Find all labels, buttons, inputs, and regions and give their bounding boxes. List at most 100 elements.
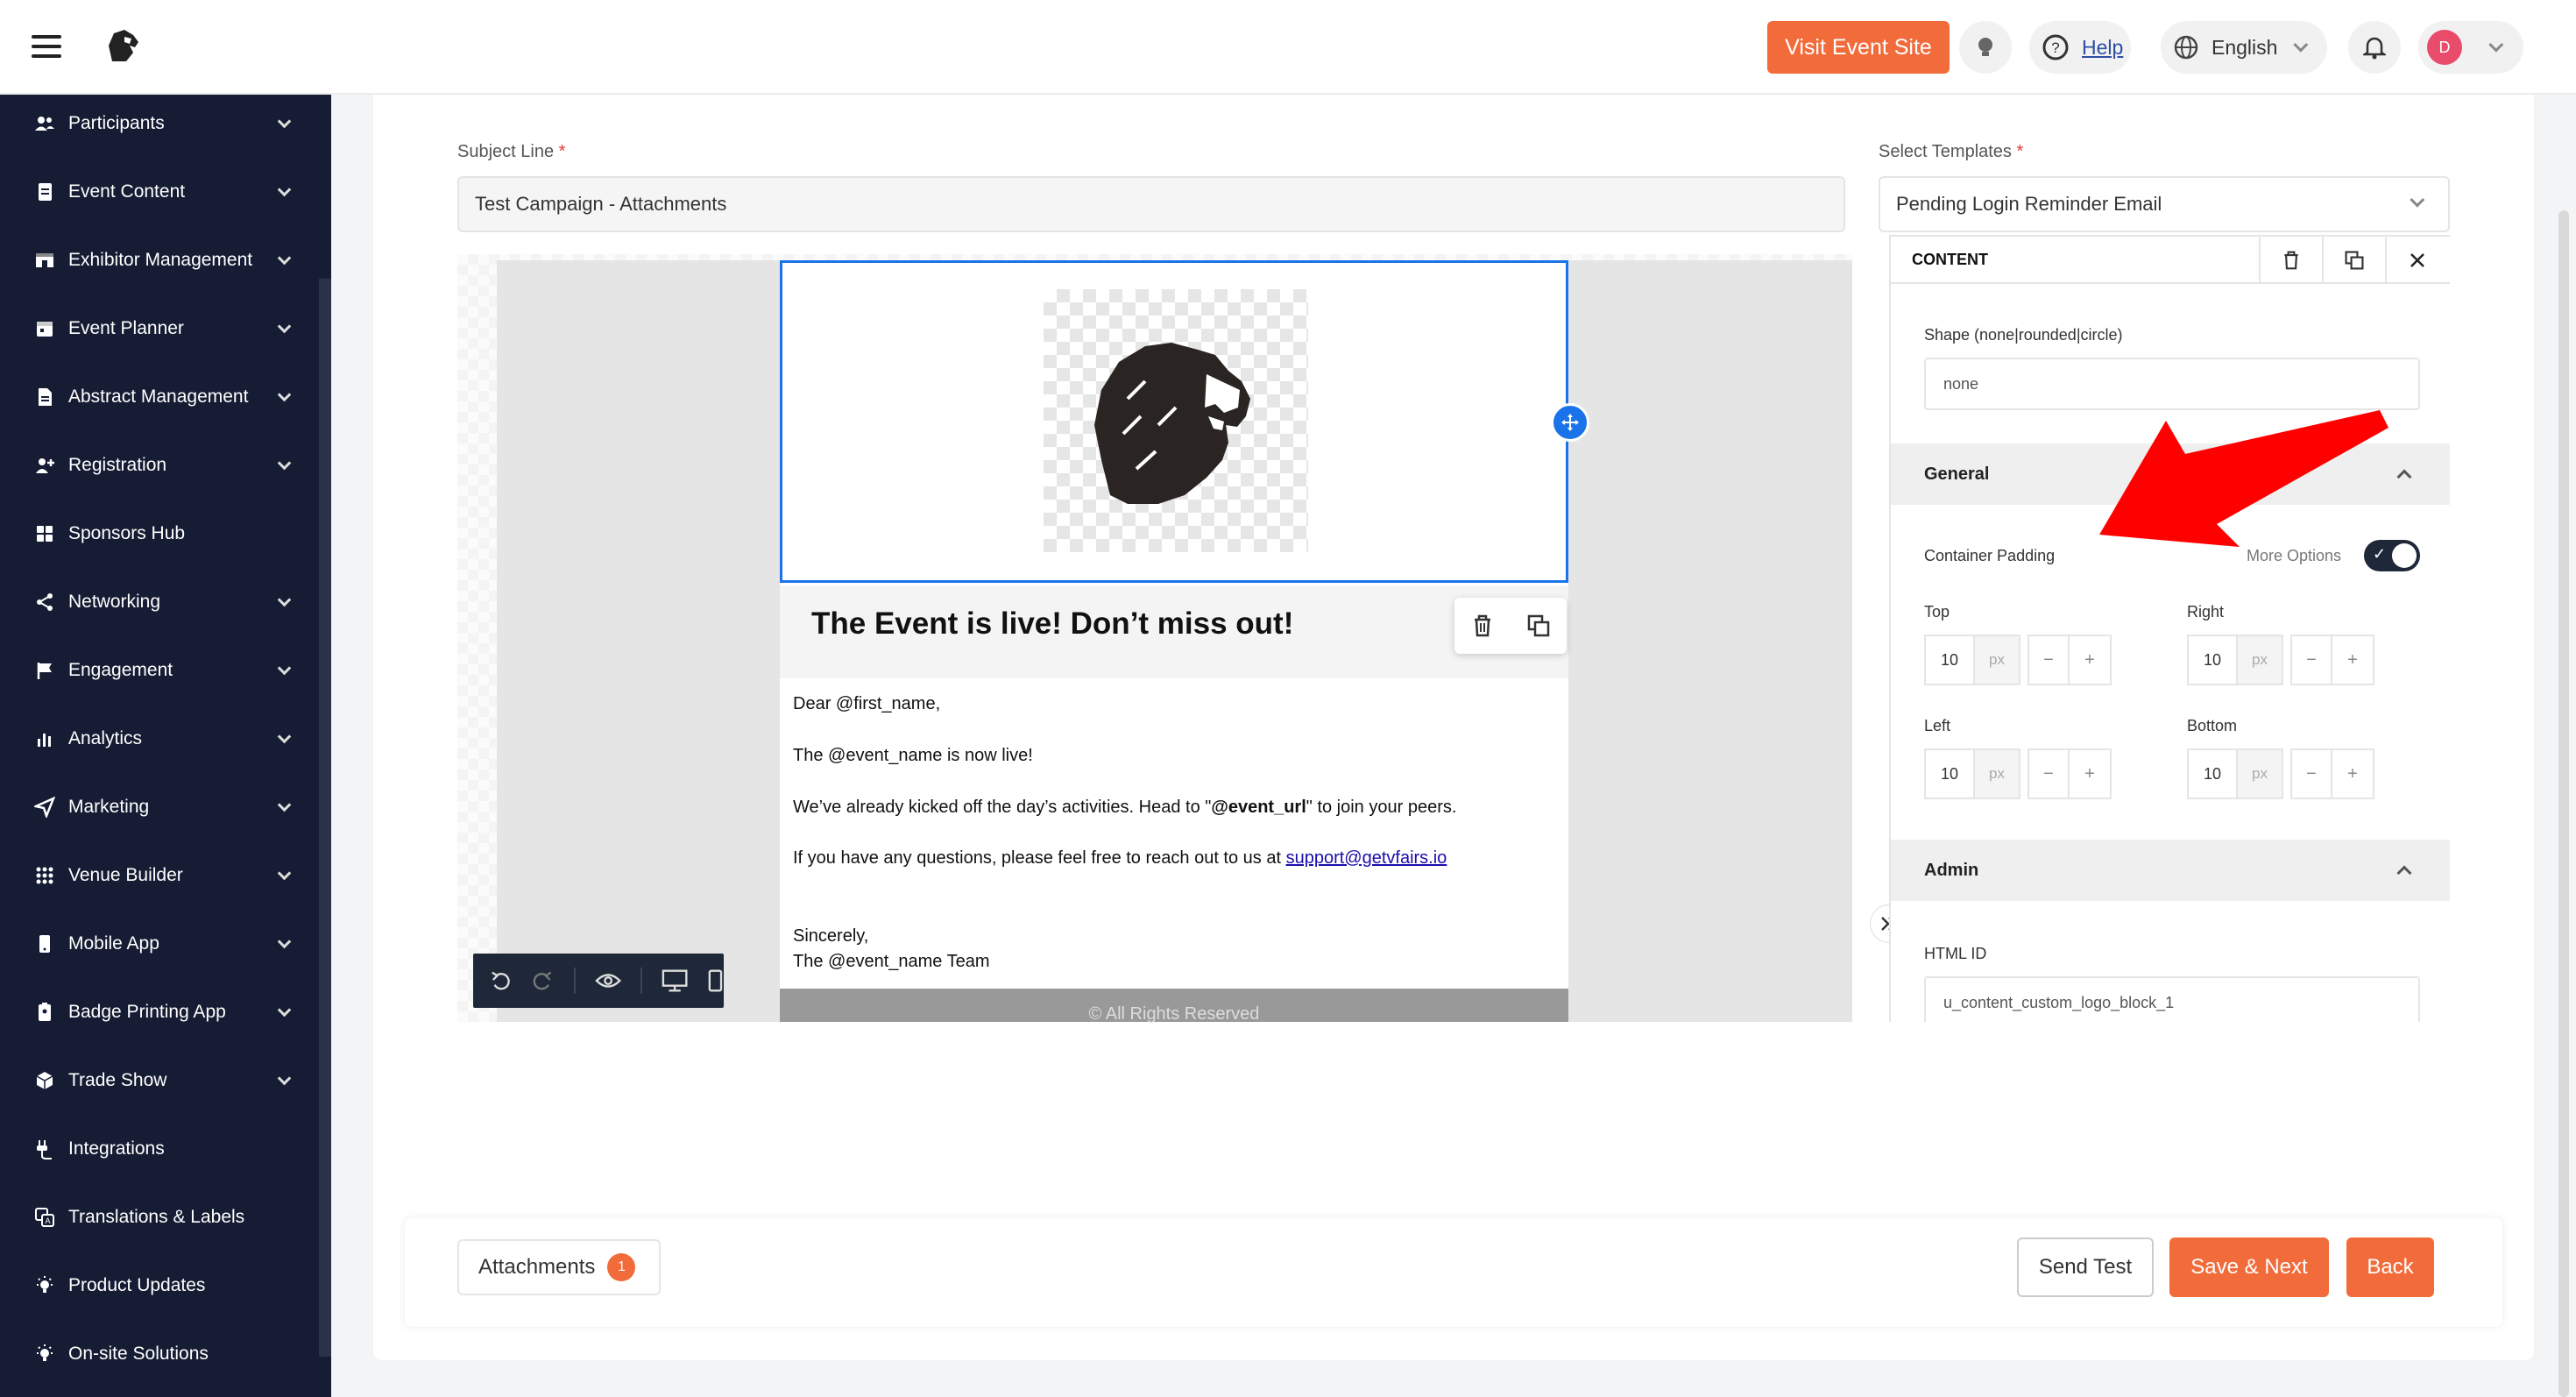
undo-icon[interactable] <box>489 968 512 993</box>
help-label[interactable]: Help <box>2082 36 2123 60</box>
sidebar-item-event-content[interactable]: Event Content <box>0 158 319 226</box>
chevron-down-icon <box>277 729 292 743</box>
padding-right-input[interactable]: 10 <box>2187 635 2238 685</box>
move-handle[interactable] <box>1551 403 1589 442</box>
padding-bottom-label: Bottom <box>2187 717 2238 734</box>
email-footer: © All Rights Reserved <box>780 989 1568 1024</box>
sidebar-item-event-planner[interactable]: Event Planner <box>0 294 319 363</box>
top-bar: Visit Event Site ? Help English D <box>0 0 2576 95</box>
sidebar-item-mobile-app[interactable]: Mobile App <box>0 910 319 978</box>
language-select[interactable]: English <box>2161 21 2327 74</box>
sidebar-scrollbar[interactable] <box>319 279 331 1357</box>
grid-icon <box>33 522 56 545</box>
sidebar-item-exhibitor-management[interactable]: Exhibitor Management <box>0 226 319 294</box>
sidebar-item-label: Analytics <box>68 728 143 748</box>
headline-block[interactable]: The Event is live! Don’t miss out! <box>780 585 1568 678</box>
sidebar-item-sponsors-hub[interactable]: Sponsors Hub <box>0 500 319 568</box>
logo-block[interactable] <box>780 260 1568 583</box>
bar-chart-icon <box>33 727 56 750</box>
attachments-button[interactable]: Attachments 1 <box>457 1239 661 1295</box>
sidebar-item-label: Sponsors Hub <box>68 523 186 543</box>
decrement-button[interactable]: − <box>2028 635 2070 685</box>
chevron-up-icon <box>2396 865 2412 881</box>
send-test-button[interactable]: Send Test <box>2017 1237 2154 1297</box>
template-select[interactable]: Pending Login Reminder Email <box>1879 176 2450 232</box>
increment-button[interactable]: + <box>2332 748 2374 799</box>
subject-line-label: Subject Line * <box>457 142 566 161</box>
padding-bottom-stepper: 10 px − + <box>2187 748 2374 799</box>
toolbar-divider <box>573 968 576 994</box>
eye-icon[interactable] <box>594 970 621 991</box>
chevron-down-icon <box>277 661 292 675</box>
mobile-icon[interactable] <box>707 968 724 993</box>
chevron-down-icon <box>277 319 292 333</box>
sidebar-item-trade-show[interactable]: Trade Show <box>0 1046 319 1115</box>
admin-section-header[interactable]: Admin <box>1891 840 2450 901</box>
duplicate-icon <box>2345 251 2364 270</box>
sidebar-item-on-site-solutions[interactable]: On-site Solutions <box>0 1320 319 1388</box>
sidebar-item-networking[interactable]: Networking <box>0 568 319 636</box>
chevron-down-icon <box>277 1003 292 1017</box>
sidebar-item-abstract-management[interactable]: Abstract Management <box>0 363 319 431</box>
tips-button[interactable] <box>1959 21 2012 74</box>
lion-logo[interactable] <box>103 26 144 67</box>
duplicate-icon[interactable] <box>1526 613 1551 638</box>
redo-icon[interactable] <box>531 968 554 993</box>
decrement-button[interactable]: − <box>2290 748 2332 799</box>
template-select-value: Pending Login Reminder Email <box>1896 193 2162 215</box>
sidebar-item-integrations[interactable]: Integrations <box>0 1115 319 1183</box>
sidebar-item-product-updates[interactable]: Product Updates <box>0 1252 319 1320</box>
decrement-button[interactable]: − <box>2290 635 2332 685</box>
increment-button[interactable]: + <box>2070 748 2112 799</box>
bulb-icon <box>33 1343 56 1365</box>
sidebar-item-registration[interactable]: Registration <box>0 431 319 500</box>
select-templates-label: Select Templates * <box>1879 142 2024 161</box>
lion-logo-image <box>1044 289 1308 552</box>
trash-icon <box>2284 251 2298 270</box>
increment-button[interactable]: + <box>2070 635 2112 685</box>
svg-text:A: A <box>45 1216 50 1225</box>
sidebar-item-badge-printing-app[interactable]: Badge Printing App <box>0 978 319 1046</box>
language-label: English <box>2212 35 2278 59</box>
sidebar-item-participants[interactable]: Participants <box>0 89 319 158</box>
trash-icon[interactable] <box>1471 613 1494 638</box>
sidebar-item-translations-labels[interactable]: A Translations & Labels <box>0 1183 319 1252</box>
delete-block-button[interactable] <box>2259 237 2322 284</box>
increment-button[interactable]: + <box>2332 635 2374 685</box>
padding-top-stepper: 10 px − + <box>1924 635 2112 685</box>
chevron-down-icon <box>277 798 292 812</box>
notifications-button[interactable] <box>2348 21 2401 74</box>
sidebar-item-venue-builder[interactable]: Venue Builder <box>0 841 319 910</box>
padding-left-label: Left <box>1924 717 1951 734</box>
decrement-button[interactable]: − <box>2028 748 2070 799</box>
visit-event-site-button[interactable]: Visit Event Site <box>1767 21 1950 74</box>
subject-line-input[interactable]: Test Campaign - Attachments <box>457 176 1845 232</box>
sidebar-item-analytics[interactable]: Analytics <box>0 705 319 773</box>
desktop-icon[interactable] <box>662 968 688 993</box>
sidebar-item-marketing[interactable]: Marketing <box>0 773 319 841</box>
back-button[interactable]: Back <box>2346 1237 2434 1297</box>
padding-bottom-input[interactable]: 10 <box>2187 748 2238 799</box>
help-button[interactable]: ? Help <box>2029 21 2131 74</box>
duplicate-block-button[interactable] <box>2322 237 2385 284</box>
sidebar-item-label: Event Planner <box>68 318 184 338</box>
padding-left-input[interactable]: 10 <box>1924 748 1975 799</box>
general-section-title: General <box>1924 464 1990 484</box>
chevron-down-icon <box>277 934 292 948</box>
padding-top-input[interactable]: 10 <box>1924 635 1975 685</box>
support-email-link[interactable]: support@getvfairs.io <box>1286 848 1447 868</box>
save-next-button[interactable]: Save & Next <box>2169 1237 2329 1297</box>
menu-icon[interactable] <box>32 35 61 58</box>
chevron-down-icon <box>277 182 292 196</box>
user-menu[interactable]: D <box>2418 21 2523 74</box>
close-panel-button[interactable] <box>2385 237 2448 284</box>
sidebar-item-engagement[interactable]: Engagement <box>0 636 319 705</box>
html-id-input[interactable]: u_content_custom_logo_block_1 <box>1924 976 2420 1022</box>
chevron-down-icon <box>277 456 292 470</box>
question-icon: ? <box>2042 34 2069 60</box>
padding-left-stepper: 10 px − + <box>1924 748 2112 799</box>
admin-section-title: Admin <box>1924 861 1979 880</box>
page-scrollbar[interactable] <box>2558 210 2569 1397</box>
avatar: D <box>2427 30 2462 65</box>
email-line-3: If you have any questions, please feel f… <box>793 848 1447 868</box>
